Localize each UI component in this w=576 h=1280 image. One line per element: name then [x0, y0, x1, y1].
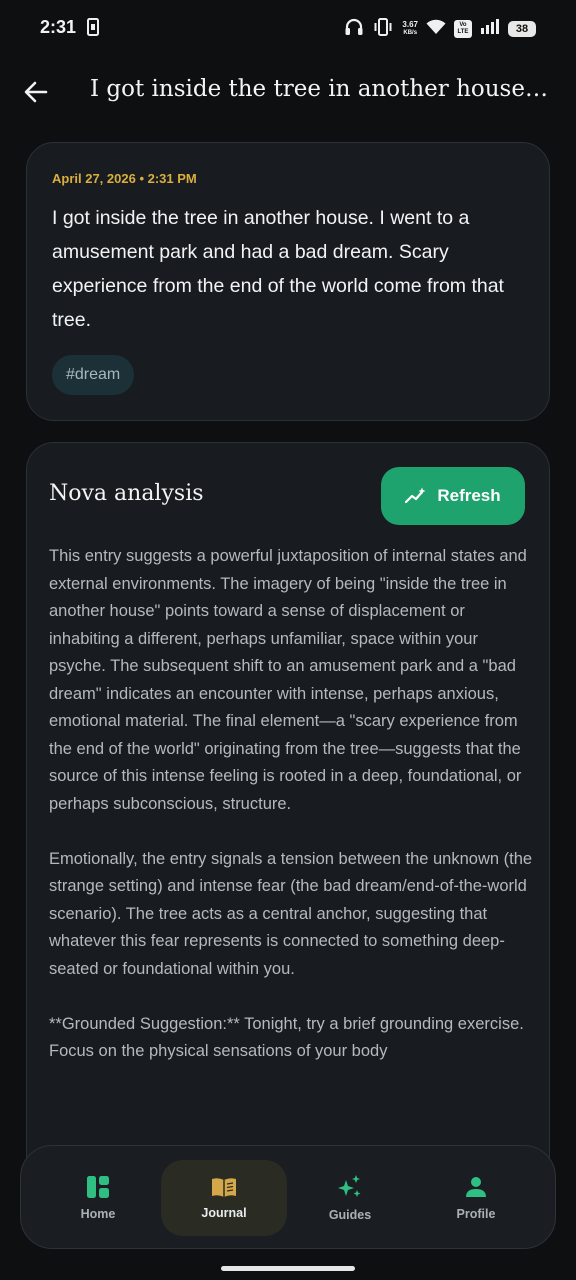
battery-indicator: 38	[508, 21, 536, 37]
nova-analysis-card: Nova analysis Refresh This entry suggest…	[26, 442, 550, 1202]
bottom-navigation: Home Journal Guides Profile	[20, 1145, 556, 1249]
analysis-paragraph: Emotionally, the entry signals a tension…	[49, 849, 533, 978]
status-icons: 3.67 KB/s Vo LTE 38	[344, 18, 536, 40]
vibrate-icon	[372, 18, 394, 40]
nav-item-guides[interactable]: Guides	[287, 1160, 413, 1236]
entry-text: I got inside the tree in another house. …	[52, 207, 504, 331]
refresh-button[interactable]: Refresh	[381, 467, 525, 525]
trend-sparkle-icon	[405, 487, 426, 504]
network-speed-value: 3.67	[402, 20, 418, 29]
nav-label-journal: Journal	[201, 1206, 247, 1220]
entry-tag[interactable]: #dream	[52, 355, 135, 395]
nav-label-guides: Guides	[328, 1208, 372, 1222]
sparkles-icon	[338, 1175, 361, 1197]
volte-icon: Vo LTE	[454, 20, 472, 38]
sim-card-icon	[87, 18, 99, 40]
dashboard-icon	[87, 1176, 109, 1198]
network-speed: 3.67 KB/s	[402, 20, 418, 38]
app-header: I got inside the tree in another house. …	[0, 62, 576, 122]
signal-icon	[480, 19, 500, 39]
home-indicator[interactable]	[221, 1266, 355, 1271]
analysis-paragraph: This entry suggests a powerful juxtaposi…	[49, 547, 527, 813]
analysis-title: Nova analysis	[49, 481, 204, 506]
journal-entry-card: April 27, 2026 • 2:31 PM I got inside th…	[26, 142, 550, 421]
wifi-icon	[426, 19, 446, 39]
page-title: I got inside the tree in another house. …	[90, 76, 550, 102]
nav-label-profile: Profile	[456, 1207, 496, 1221]
nav-item-home[interactable]: Home	[35, 1160, 161, 1236]
nav-label-home: Home	[80, 1207, 116, 1221]
person-icon	[466, 1177, 486, 1197]
entry-date: April 27, 2026 • 2:31 PM	[52, 171, 197, 186]
refresh-label: Refresh	[437, 486, 501, 505]
network-speed-unit: KB/s	[403, 30, 418, 36]
back-button[interactable]	[20, 76, 52, 108]
back-arrow-icon	[24, 81, 48, 103]
volte-bottom: LTE	[457, 29, 469, 35]
status-time: 2:31	[40, 17, 77, 37]
status-bar: 2:31 3.67 KB/s Vo LTE 38	[0, 0, 576, 56]
book-icon	[212, 1178, 236, 1197]
nav-item-profile[interactable]: Profile	[413, 1160, 539, 1236]
analysis-paragraph: **Grounded Suggestion:** Tonight, try a …	[49, 1014, 524, 1061]
headphones-icon	[344, 18, 364, 40]
analysis-body: This entry suggests a powerful juxtaposi…	[49, 543, 533, 1093]
nav-item-journal[interactable]: Journal	[161, 1160, 287, 1236]
volte-top: Vo	[459, 22, 467, 28]
